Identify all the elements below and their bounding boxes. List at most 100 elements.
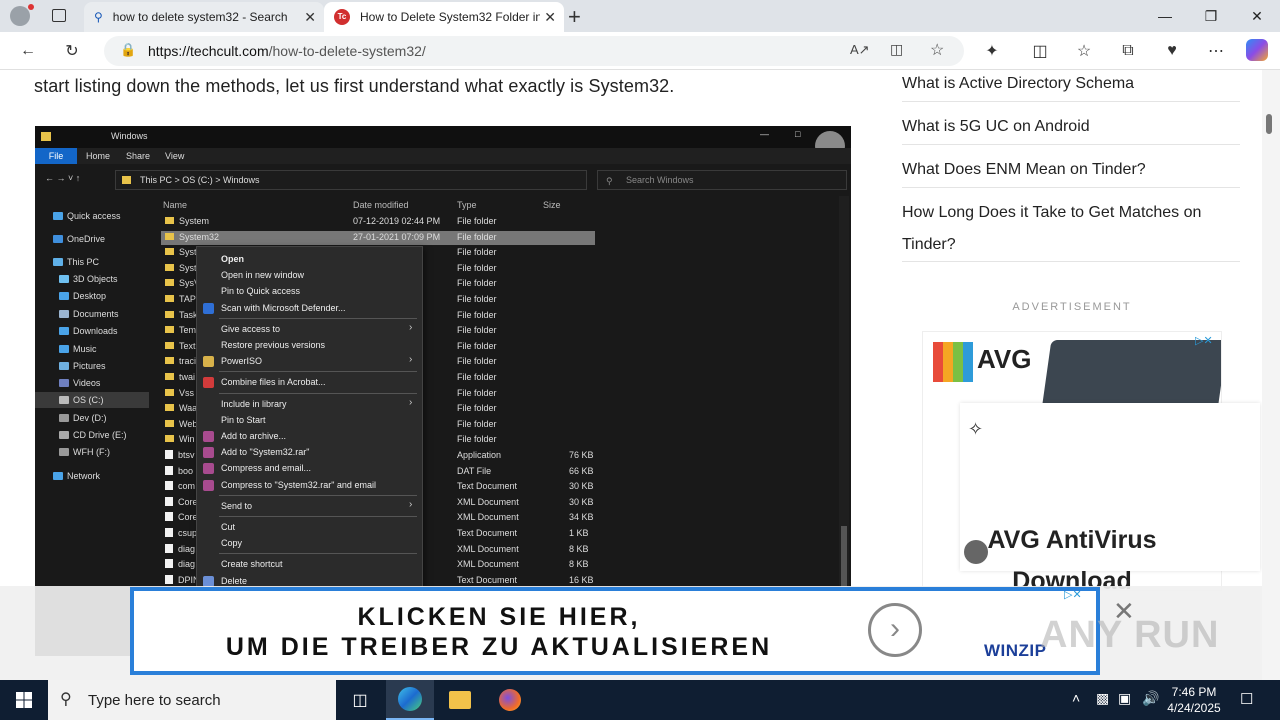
folder-icon: [165, 310, 174, 318]
row-type: XML Document: [457, 543, 519, 554]
row-size: 76 KB: [569, 450, 594, 460]
refresh-button[interactable]: ↻: [60, 39, 84, 63]
adchoices-icon[interactable]: ▷✕: [1064, 588, 1082, 601]
tray-device-icon[interactable]: ▩: [1096, 690, 1109, 707]
explorer-search-placeholder: Search Windows: [626, 175, 694, 185]
row-type: File folder: [457, 356, 497, 367]
file-icon: [165, 496, 173, 506]
context-menu-item: Pin to Quick access: [221, 286, 301, 297]
row-type: Application: [457, 450, 502, 460]
close-tab-icon[interactable]: ✕: [544, 9, 556, 26]
start-button[interactable]: [0, 680, 48, 720]
adchoices-icon[interactable]: ▷✕: [1195, 334, 1219, 348]
taskbar-search[interactable]: ⚲ Type here to search: [48, 680, 336, 720]
settings-more-icon[interactable]: ⋯: [1204, 39, 1228, 63]
arrow-right-icon[interactable]: ›: [868, 603, 922, 657]
row-type: File folder: [457, 247, 497, 258]
edge-icon[interactable]: [386, 680, 434, 720]
split-screen-icon[interactable]: ◫: [1028, 39, 1052, 63]
notifications-icon[interactable]: ☐: [1240, 690, 1253, 708]
explorer-breadcrumb: This PC > OS (C:) > Windows: [140, 175, 260, 185]
download-icon: [59, 327, 69, 335]
driver-update-banner-ad[interactable]: KLICKEN SIE HIER, UM DIE TREIBER ZU AKTU…: [130, 587, 1100, 675]
volume-icon[interactable]: 🔊: [1142, 690, 1159, 707]
ribbon-tab-file: File: [35, 148, 77, 164]
tab-actions-icon[interactable]: [52, 9, 66, 22]
tab-title: How to Delete System32 Folder in: [360, 10, 540, 24]
context-menu-item: Compress and email...: [221, 463, 312, 474]
context-menu-item: Create shortcut: [221, 559, 283, 570]
folder-icon: [165, 388, 174, 396]
address-bar[interactable]: 🔒 https://techcult.com/how-to-delete-sys…: [104, 36, 964, 66]
file-icon: [165, 481, 173, 491]
avg-logo-icon: [933, 342, 973, 382]
context-menu-item: Give access to: [221, 323, 281, 334]
network-icon[interactable]: ▣: [1118, 690, 1131, 707]
menu-item-icon: [203, 463, 214, 475]
page-scrollbar[interactable]: [1262, 70, 1280, 680]
tab-title: how to delete system32 - Search: [112, 10, 288, 24]
folder-icon: [165, 404, 174, 412]
folder-icon: [165, 248, 174, 256]
row-type: File folder: [457, 418, 497, 429]
tab-techcult[interactable]: Tc How to Delete System32 Folder in ✕: [324, 2, 564, 32]
tray-chevron-icon[interactable]: ˄: [1072, 690, 1080, 706]
sidebar-link-tinder-matches[interactable]: How Long Does it Take to Get Matches on: [902, 204, 1201, 222]
extensions-icon[interactable]: ✦: [980, 39, 1004, 63]
lock-icon: 🔒: [120, 42, 137, 57]
tab-strip: ⚲ how to delete system32 - Search ✕ Tc H…: [0, 0, 1280, 32]
explorer-maximize-icon: □: [795, 129, 801, 139]
row-type: XML Document: [457, 559, 519, 570]
explorer-address: This PC > OS (C:) > Windows: [115, 170, 587, 190]
nav-desktop: Desktop: [59, 288, 106, 304]
file-icon: [165, 559, 173, 569]
anyrun-watermark: ANY RUN: [1040, 614, 1220, 656]
row-type: DAT File: [457, 465, 492, 476]
copilot-icon[interactable]: [1246, 39, 1268, 61]
collections-icon[interactable]: ⧉: [1116, 39, 1140, 63]
col-name: Name: [163, 200, 188, 210]
new-tab-button[interactable]: +: [568, 4, 581, 30]
back-button[interactable]: ←: [16, 39, 40, 63]
folder-icon: [165, 279, 174, 287]
close-window-button[interactable]: ✕: [1234, 0, 1280, 32]
picture-icon: [59, 362, 69, 370]
favorites-icon[interactable]: ☆: [1072, 39, 1096, 63]
sparkle-icon: ✧: [968, 419, 984, 439]
folder-icon: [165, 295, 174, 302]
col-size: Size: [543, 200, 561, 210]
explorer-title: Windows: [111, 131, 148, 141]
sidebar-link-tinder-matches-cont[interactable]: Tinder?: [902, 236, 956, 254]
restore-button[interactable]: ❐: [1188, 0, 1234, 32]
ribbon-tab-home: Home: [86, 151, 111, 161]
task-view-icon[interactable]: ◫: [336, 680, 384, 720]
profile-avatar-icon[interactable]: [10, 6, 30, 26]
immersive-reader-icon[interactable]: ◫: [890, 41, 903, 58]
menu-separator: [219, 392, 417, 394]
close-tab-icon[interactable]: ✕: [304, 9, 316, 26]
page-scroll-thumb[interactable]: [1266, 114, 1272, 134]
row-type: Text Document: [457, 481, 518, 492]
read-aloud-icon[interactable]: A↗: [850, 42, 870, 58]
firefox-icon[interactable]: [486, 680, 534, 720]
minimize-button[interactable]: —: [1142, 0, 1188, 32]
row-date: 07-12-2019 02:44 PM: [353, 216, 441, 226]
context-menu-item: Compress to "System32.rar" and email: [221, 479, 376, 490]
folder-icon: [165, 263, 174, 271]
file-explorer-icon[interactable]: [436, 680, 484, 720]
context-menu-item: Copy: [221, 538, 243, 549]
row-size: 8 KB: [569, 543, 589, 554]
file-icon: [165, 543, 173, 553]
favorite-star-icon[interactable]: ☆: [930, 40, 944, 60]
document-icon: [59, 310, 69, 318]
row-size: 30 KB: [569, 481, 594, 492]
clock-time: 7:46 PM: [1171, 685, 1217, 699]
sidebar-link-enm-tinder[interactable]: What Does ENM Mean on Tinder?: [902, 161, 1146, 179]
sidebar-link-ad-schema[interactable]: What is Active Directory Schema: [902, 75, 1134, 93]
tab-search[interactable]: ⚲ how to delete system32 - Search ✕: [84, 2, 324, 32]
browser-essentials-icon[interactable]: ♥: [1160, 39, 1184, 63]
taskbar-clock[interactable]: 7:46 PM 4/24/2025: [1160, 684, 1228, 716]
sidebar-link-5g-uc[interactable]: What is 5G UC on Android: [902, 118, 1090, 136]
row-type: File folder: [457, 434, 497, 445]
menu-item-icon: [203, 431, 214, 442]
